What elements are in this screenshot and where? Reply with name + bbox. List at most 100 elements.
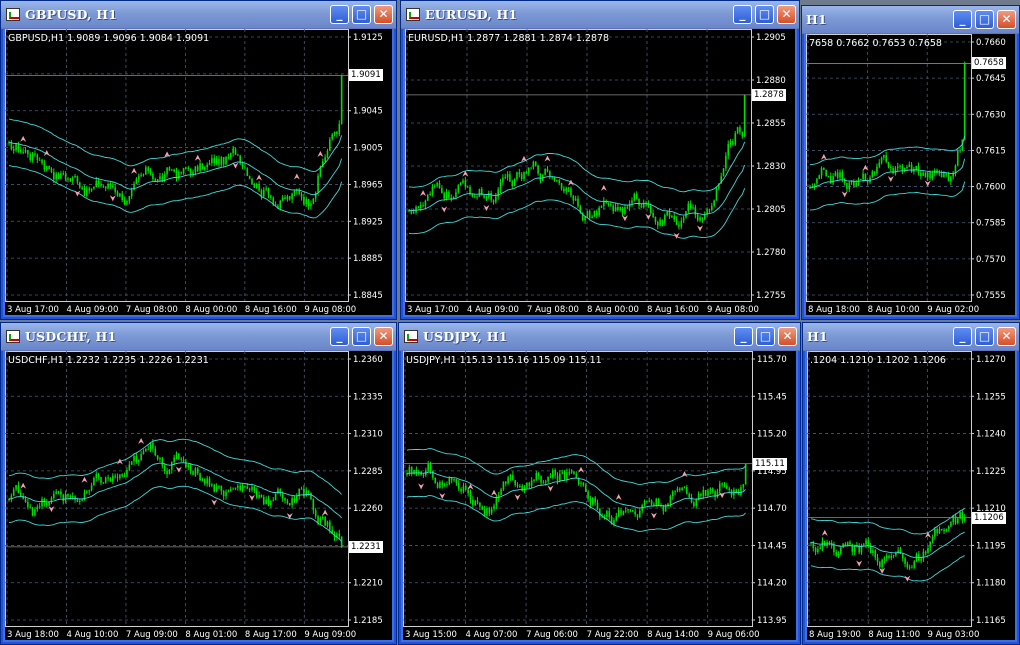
candle-body (908, 164, 911, 167)
candle-body (189, 464, 192, 472)
candle-body (676, 488, 679, 491)
y-tick-label: 115.20 (757, 430, 787, 440)
candle-body (556, 180, 558, 182)
chart-window-icon[interactable] (6, 8, 20, 21)
candle-body (229, 489, 232, 492)
chart-window-eurusd[interactable]: EURUSD, H1 _ □ ✕ 1.2905 1.2880 1.2855 1.283… (400, 0, 800, 320)
maximize-button[interactable]: □ (352, 5, 371, 24)
candle-body (952, 515, 955, 523)
candle-body (286, 196, 289, 200)
candle-body (180, 171, 183, 174)
chart-canvas[interactable]: 1.91251.90851.90451.90051.89651.89251.88… (5, 29, 392, 315)
candle-body (474, 500, 476, 506)
chart-window-icon[interactable] (406, 8, 420, 21)
x-tick-label: 9 Aug 09:00 (304, 630, 356, 640)
title-bar[interactable]: H1 _ □ ✕ (803, 323, 1019, 351)
candle-body (575, 473, 578, 478)
price-chart[interactable]: 1.91251.90851.90451.90051.89651.89251.88… (5, 29, 392, 315)
close-button[interactable]: ✕ (374, 327, 393, 346)
chart-canvas[interactable]: 115.70115.45115.20114.95114.70114.45114.… (403, 351, 796, 640)
candle-body (520, 174, 523, 180)
price-chart[interactable]: 1.23601.23351.23101.22851.22601.22351.22… (5, 351, 392, 640)
candle-body (823, 541, 826, 546)
chart-window-icon[interactable] (404, 330, 418, 343)
chart-window-usdjpy[interactable]: USDJPY, H1 _ □ ✕ 115.70 115.45 115.20 114.9… (398, 322, 801, 645)
minimize-button[interactable]: _ (953, 10, 972, 29)
fractal-down-arrow (856, 560, 863, 567)
close-button[interactable]: ✕ (778, 327, 797, 346)
chart-canvas[interactable]: 1.23601.23351.23101.22851.22601.22351.22… (5, 351, 392, 640)
chart-window-icon[interactable] (6, 330, 20, 343)
chart-window-6[interactable]: H1 _ □ ✕ 1.1270 1.1255 1.1240 1.1225 1.1210 1… (802, 322, 1020, 645)
candle-body (682, 217, 685, 221)
minimize-button[interactable]: _ (733, 5, 752, 24)
minimize-button[interactable]: _ (330, 327, 349, 346)
candle-body (114, 187, 116, 192)
fractal-up-arrow (600, 184, 607, 191)
candle-body (537, 472, 540, 476)
candle-body (215, 487, 218, 492)
price-chart[interactable]: 1.2905 1.2880 1.2855 1.2830 1.2805 1.2780 1.27… (405, 29, 795, 315)
y-tick-label: 1.9005 (353, 144, 383, 154)
title-bar[interactable]: H1 _ □ ✕ (802, 6, 1019, 34)
candle-body (24, 498, 27, 502)
maximize-button[interactable]: □ (352, 327, 371, 346)
bollinger-band-lower (810, 181, 966, 211)
close-button[interactable]: ✕ (997, 327, 1016, 346)
candle-body (680, 220, 683, 227)
candle-body (307, 199, 310, 207)
candle-body (12, 489, 15, 496)
close-button[interactable]: ✕ (997, 10, 1016, 29)
candle-body (715, 188, 718, 201)
chart-window-3[interactable]: H1 _ □ ✕ 0.7660 0.7645 0.7630 0.7615 0.7600 0… (801, 5, 1020, 320)
candle-body (229, 152, 232, 158)
candle-body (688, 493, 691, 498)
candle-body (483, 509, 486, 516)
maximize-button[interactable]: □ (975, 10, 994, 29)
minimize-button[interactable]: _ (953, 327, 972, 346)
candle-body (121, 193, 124, 201)
chart-canvas[interactable]: 0.7660 0.7645 0.7630 0.7615 0.7600 0.7585 0.75… (806, 34, 1015, 315)
close-button[interactable]: ✕ (777, 5, 796, 24)
candle-body (857, 178, 860, 183)
candle-body (255, 490, 258, 498)
candle-body (654, 217, 657, 223)
candle-body (940, 528, 943, 530)
title-bar[interactable]: EURUSD, H1 _ □ ✕ (401, 1, 799, 29)
maximize-button[interactable]: □ (756, 327, 775, 346)
candle-body (678, 224, 680, 227)
price-chart[interactable]: 0.7660 0.7645 0.7630 0.7615 0.7600 0.7585 0.75… (806, 34, 1015, 315)
chart-canvas[interactable]: 1.2905 1.2880 1.2855 1.2830 1.2805 1.2780 1.27… (405, 29, 795, 315)
candle-body (187, 464, 190, 468)
price-chart[interactable]: 115.70 115.45 115.20 114.95 114.70 114.45 114.… (403, 351, 796, 640)
candle-body (441, 188, 443, 194)
candle-body (873, 171, 876, 174)
candle-body (649, 205, 652, 214)
maximize-button[interactable]: □ (975, 327, 994, 346)
title-bar[interactable]: USDCHF, H1 _ □ ✕ (1, 323, 396, 351)
title-bar[interactable]: GBPUSD, H1 _ □ ✕ (1, 1, 396, 29)
candle-body (417, 206, 420, 208)
close-button[interactable]: ✕ (374, 5, 393, 24)
minimize-button[interactable]: _ (734, 327, 753, 346)
chart-canvas[interactable]: 1.12701.12551.12401.12251.12101.11951.11… (807, 351, 1015, 640)
minimize-button[interactable]: _ (330, 5, 349, 24)
x-tick-label: 8 Aug 16:00 (245, 305, 297, 315)
candle-body (300, 193, 303, 197)
candle-body (445, 191, 448, 199)
candle-body (41, 159, 43, 164)
x-tick-label: 8 Aug 19:00 (809, 630, 861, 640)
candle-body (130, 461, 133, 465)
candle-body (673, 215, 676, 220)
candle-body (237, 485, 239, 488)
chart-window-gbpusd[interactable]: GBPUSD, H1 _ □ ✕ 1.91251.90851.90451.900… (0, 0, 397, 320)
price-chart[interactable]: 1.1270 1.1255 1.1240 1.1225 1.1210 1.1195 1.11… (807, 351, 1015, 640)
candle-body (427, 463, 429, 471)
candle-body (499, 182, 502, 190)
candle-body (587, 491, 589, 499)
maximize-button[interactable]: □ (755, 5, 774, 24)
symbol-quote-label: USDJPY,H1 115.13 115.16 115.09 115.11 (406, 355, 602, 366)
chart-window-usdchf[interactable]: USDCHF, H1 _ □ ✕ 1.2360 1.2335 1.2310 1.228… (0, 322, 397, 645)
x-tick-label: 4 Aug 07:00 (466, 630, 518, 640)
title-bar[interactable]: USDJPY, H1 _ □ ✕ (399, 323, 800, 351)
